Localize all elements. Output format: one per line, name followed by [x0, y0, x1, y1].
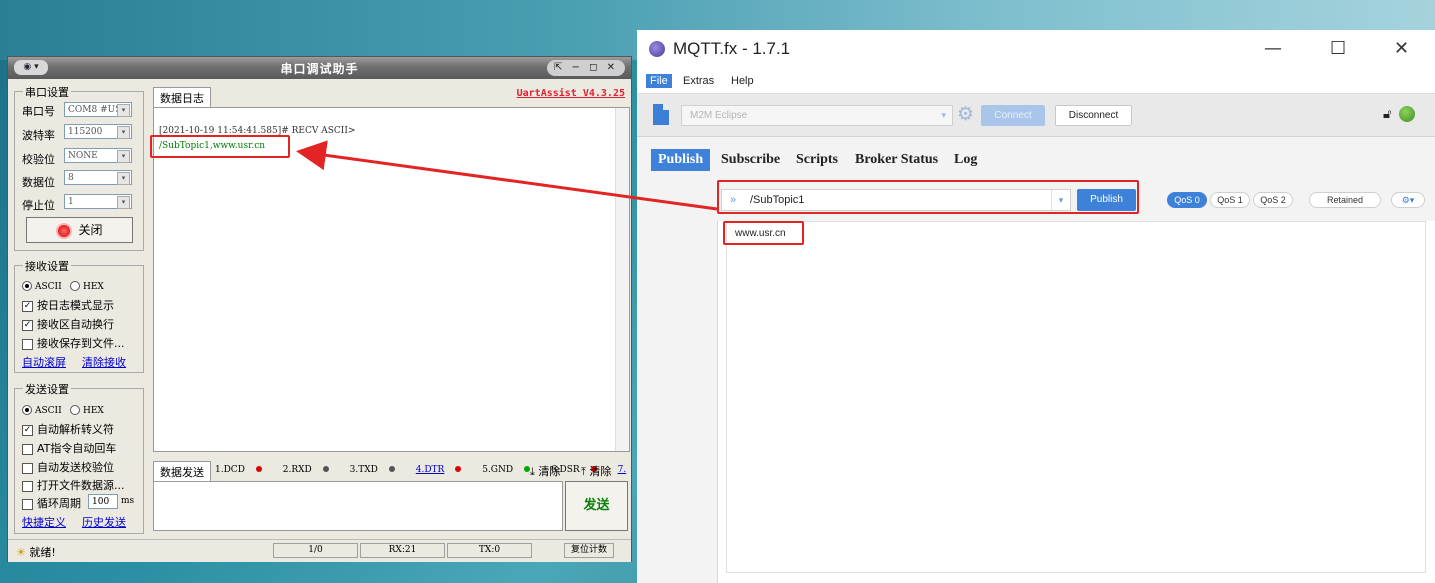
- annotation-arrows: [296, 140, 718, 211]
- annotation-arrow: [296, 140, 718, 211]
